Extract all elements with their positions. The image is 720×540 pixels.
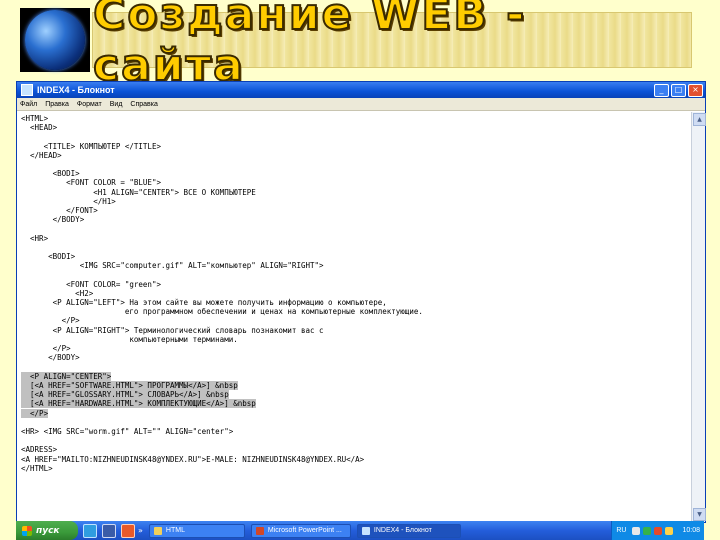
- start-label: пуск: [36, 525, 60, 536]
- folder-icon: [153, 526, 162, 535]
- task-label-powerpoint: Microsoft PowerPoint ...: [267, 527, 342, 534]
- notepad-window: INDEX4 - Блокнот _ □ × Файл Правка Форма…: [16, 81, 706, 523]
- text-editor[interactable]: <HTML> <HEAD> <TITLE> КОМПЬЮТЕР </TITLE>…: [17, 112, 691, 522]
- close-button[interactable]: ×: [688, 83, 703, 97]
- task-label-html: HTML: [165, 527, 185, 534]
- menu-format[interactable]: Формат: [77, 101, 102, 108]
- task-label-notepad: INDEX4 - Блокнот: [373, 527, 432, 534]
- clock: 10:08: [682, 527, 700, 534]
- notepad-icon: [21, 84, 33, 96]
- taskbar-item-notepad[interactable]: INDEX4 - Блокнот: [356, 523, 461, 538]
- quicklaunch-media-icon[interactable]: [121, 523, 135, 538]
- scroll-down-arrow-icon[interactable]: ▼: [693, 508, 706, 521]
- help-icon[interactable]: [632, 526, 641, 535]
- vertical-scrollbar[interactable]: ▲ ▼: [691, 112, 706, 522]
- quicklaunch-app-icon[interactable]: [102, 523, 116, 538]
- html-source[interactable]: <HTML> <HEAD> <TITLE> КОМПЬЮТЕР </TITLE>…: [17, 112, 691, 475]
- window-titlebar[interactable]: INDEX4 - Блокнот _ □ ×: [17, 82, 705, 98]
- code-text-before: <HTML> <HEAD> <TITLE> КОМПЬЮТЕР </TITLE>…: [21, 114, 423, 363]
- menu-help[interactable]: Справка: [130, 101, 157, 108]
- code-text-after: <HR> <IMG SRC="worm.gif" ALT="" ALIGN="c…: [21, 426, 365, 473]
- scroll-up-arrow-icon[interactable]: ▲: [693, 113, 706, 126]
- language-indicator[interactable]: RU: [616, 527, 626, 534]
- globe-image: [20, 8, 90, 72]
- slide-title: Создание WEB - сайта: [92, 0, 527, 92]
- taskbar-item-html[interactable]: HTML: [148, 523, 245, 538]
- menu-view[interactable]: Вид: [110, 101, 123, 108]
- notepad-icon: [361, 526, 370, 535]
- quicklaunch-browser-icon[interactable]: [83, 523, 97, 538]
- menu-bar: Файл Правка Формат Вид Справка: [17, 98, 705, 111]
- start-button[interactable]: пуск: [16, 521, 78, 540]
- title-banner: Создание WEB - сайта: [92, 0, 692, 92]
- windows-logo-icon: [22, 525, 32, 536]
- maximize-button[interactable]: □: [671, 83, 686, 97]
- taskbar-item-powerpoint[interactable]: Microsoft PowerPoint ...: [250, 523, 351, 538]
- quicklaunch-more-icon[interactable]: »: [138, 526, 143, 535]
- menu-edit[interactable]: Правка: [45, 101, 69, 108]
- speaker-icon[interactable]: [665, 526, 674, 535]
- minimize-button[interactable]: _: [654, 83, 669, 97]
- menu-file[interactable]: Файл: [20, 101, 37, 108]
- selected-code[interactable]: <P ALIGN="CENTER"> [<A HREF="SOFTWARE.HT…: [21, 371, 256, 418]
- earth-globe-icon: [25, 10, 85, 70]
- system-tray: RU 10:08: [611, 521, 704, 540]
- network-icon[interactable]: [643, 526, 652, 535]
- window-title: INDEX4 - Блокнот: [37, 85, 115, 95]
- antivirus-icon[interactable]: [654, 526, 663, 535]
- taskbar: пуск » HTML Microsoft PowerPoint ... IND…: [16, 521, 704, 540]
- powerpoint-icon: [255, 526, 264, 535]
